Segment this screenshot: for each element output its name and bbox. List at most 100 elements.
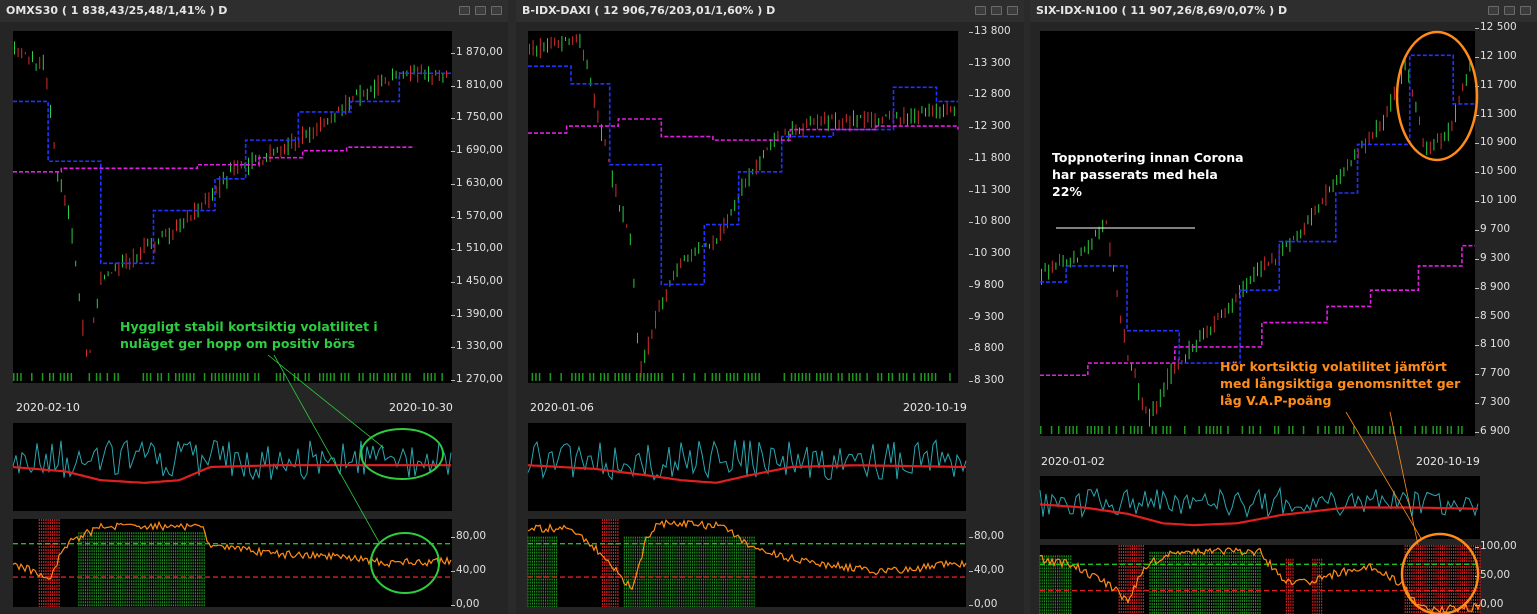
volume-bar [859,373,861,381]
restore-icon[interactable] [991,6,1002,15]
axis-label: 9 300 [974,310,1005,323]
highlight-ellipse-osc [1400,532,1480,614]
volume-bar [628,373,631,381]
annotation-pointer [267,354,385,449]
volume-bar [614,373,616,381]
volume-bar [654,373,656,381]
volume-bar [805,373,807,381]
price-series [528,33,959,381]
volume-bar [790,373,793,381]
volume-bar [819,373,822,381]
volume-bar [531,373,534,381]
volatility-series [527,439,967,484]
volume-bar [582,373,584,381]
annotation-overlay [1056,30,1480,614]
volume-bar [837,373,840,381]
annotation-overlay [267,354,444,594]
volume-bar [751,373,753,381]
volume-bar [855,373,858,381]
maximize-icon[interactable] [1007,6,1018,15]
volume-bar [672,373,674,381]
axis-label: 8 300 [974,374,1005,386]
volume-bar [549,373,552,381]
annotation-pointer [1345,411,1423,541]
volume-bar [571,373,573,381]
volume-bar [783,373,786,381]
volume-bar [877,373,879,381]
volume-bar [607,373,609,381]
axis-label: 80,00 [974,530,1005,542]
volume-bar [711,373,714,381]
axis-label: 10 800 [974,215,1011,228]
chart-window-omxs30[interactable]: OMXS30 ( 1 838,43/25,48/1,41% ) D 1 870,… [0,0,508,614]
volume-bar [560,373,562,381]
axis-label: 13 800 [974,25,1011,37]
volume-bar [826,373,829,381]
axis-label: 0,00 [974,598,998,610]
volume-bar [747,373,750,381]
date-end: 2020-10-19 [903,401,967,414]
volume-bar [733,373,735,381]
axis-label: 12 300 [974,120,1011,133]
volume-bar [643,373,645,381]
volume-bar [636,373,638,381]
volume-bar [902,373,904,381]
axis-label: 10 300 [974,247,1011,260]
vap-oscillator-chart[interactable] [527,518,967,607]
volume-bar [574,373,577,381]
volume-bar [758,373,760,381]
volume-bar [693,373,696,381]
volume-bar [682,373,685,381]
volume-bar [808,373,811,381]
window-title-text: B-IDX-DAXI ( 12 906,76/203,01/1,60% ) D [522,4,776,17]
annotation-pointer [273,354,381,545]
date-start: 2020-01-06 [530,401,594,414]
volume-bar [718,373,721,381]
axis-label: 9 800 [974,278,1005,291]
volume-bar [578,373,580,381]
annotation-pointer [1389,411,1419,546]
short-ma-line [528,65,958,286]
axis-label: 8 800 [974,342,1005,355]
highlight-ellipse-vol [360,428,444,480]
volume-bar [816,373,818,381]
volume-bar [661,373,663,381]
highlight-ellipse-osc [370,532,440,594]
volume-bar [715,373,717,381]
volume-bar [794,373,796,381]
volume-bar [949,373,951,381]
volume-bar [736,373,739,381]
volume-bar [726,373,728,381]
volume-bar [891,373,894,381]
volume-bar [621,373,624,381]
volume-bar [618,373,620,381]
volume-bar [798,373,800,381]
window-title-daxi[interactable]: B-IDX-DAXI ( 12 906,76/203,01/1,60% ) D [516,0,1024,22]
price-chart[interactable] [528,31,959,383]
volume-bar [744,373,746,381]
oscillator-series [527,518,967,607]
volume-bar [801,373,804,381]
short-volatility-line [527,439,967,481]
volume-bar [906,373,908,381]
axis-label: 40,00 [974,564,1005,576]
volume-bar [589,373,591,381]
volume-bar [600,373,602,381]
volatility-chart[interactable] [527,423,967,511]
volume-bar [888,373,890,381]
minimize-icon[interactable] [975,6,986,15]
volume-bar [848,373,850,381]
axis-label: 11 300 [974,183,1011,196]
volume-bar [927,373,930,381]
volume-bar [898,373,901,381]
highlight-ellipse-price [1395,30,1479,162]
axis-label: 13 300 [974,56,1011,69]
volume-bar [646,373,649,381]
axis-label: 12 800 [974,88,1011,101]
chart-window-n100[interactable]: SIX-IDX-N100 ( 11 907,26/8,69/0,07% ) D … [1030,0,1537,614]
volume-bar [866,373,868,381]
volume-bar [704,373,706,381]
axis-label: 11 800 [974,151,1011,164]
chart-window-daxi[interactable]: B-IDX-DAXI ( 12 906,76/203,01/1,60% ) D … [516,0,1024,614]
volume-bar [625,373,627,381]
